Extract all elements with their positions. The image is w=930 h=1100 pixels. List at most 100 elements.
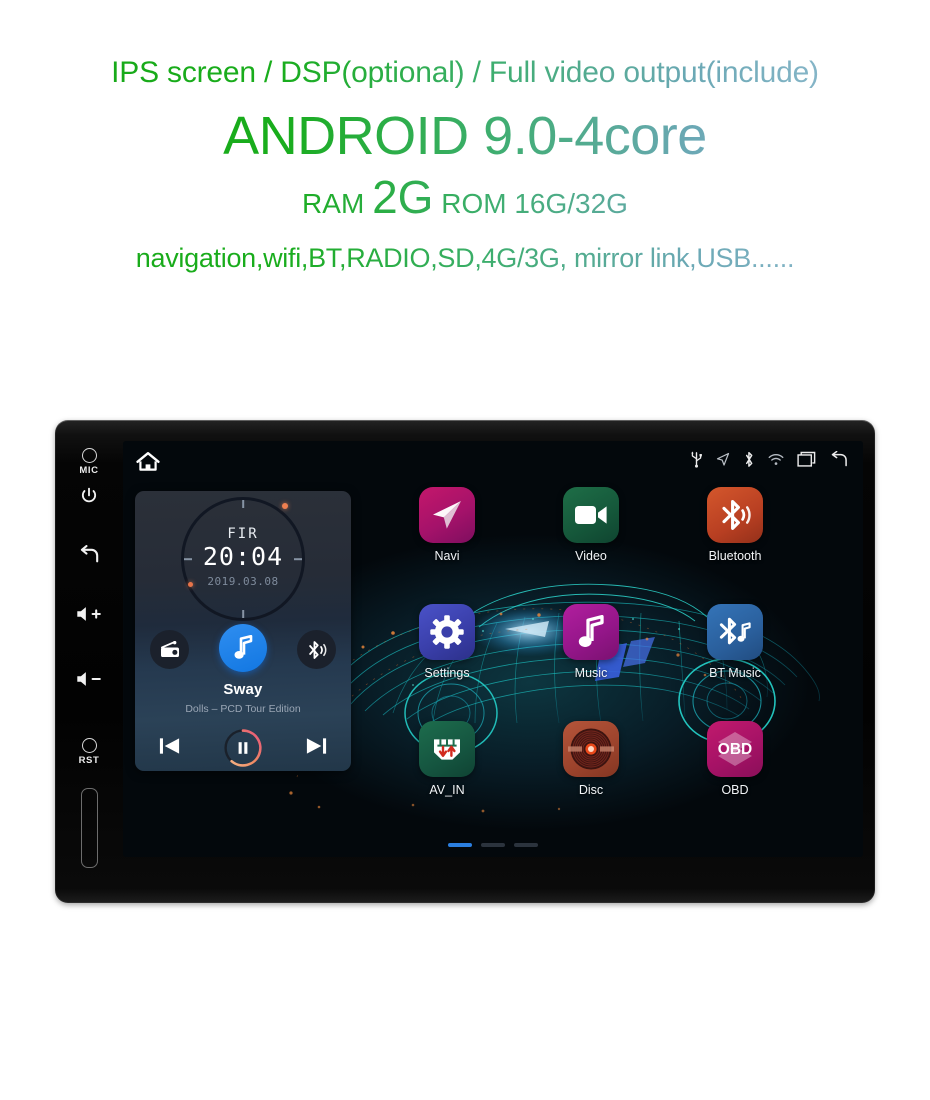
next-track-button[interactable] [305,735,328,762]
promo-line-feature-list: navigation,wifi,BT,RADIO,SD,4G/3G, mirro… [0,237,930,279]
device-photo: MIC RST FIR 20:04 2019.03.08 Sway Dolls … [0,413,930,903]
app-bt-music[interactable]: BT Music [659,604,811,680]
disc-icon [568,728,614,770]
av-input-icon [434,739,460,760]
app-settings[interactable]: Settings [371,604,523,680]
app-label-bt-music: BT Music [709,666,761,680]
volume-up-icon [77,607,101,621]
previous-track-button[interactable] [158,735,181,762]
app-icon-bt-music [707,604,763,660]
volume-down-button[interactable] [55,670,123,688]
hardware-button-panel: MIC RST [55,420,123,903]
source-music-button[interactable] [219,624,267,672]
clock-marker-dot-primary [282,503,288,509]
rom-label: ROM 16G/32G [441,188,628,219]
app-label-music: Music [574,666,608,680]
back-arrow-icon [80,545,99,563]
ram-value: 2G [372,171,434,223]
app-bluetooth[interactable]: Bluetooth [659,487,811,563]
source-radio-button[interactable] [150,630,189,669]
source-bluetooth-button[interactable] [297,630,336,669]
power-button[interactable] [55,486,123,506]
media-widget[interactable]: FIR 20:04 2019.03.08 Sway Dolls – PCD To… [135,491,351,771]
back-icon[interactable] [829,450,849,473]
app-icon-bluetooth [707,487,763,543]
usb-icon [690,451,703,473]
home-icon [136,452,160,471]
clock-date: 2019.03.08 [207,575,279,588]
reset-label: RST [78,755,100,766]
bluetooth-music-icon [719,617,751,645]
source-selector-row [135,624,351,676]
app-icon-disc [563,721,619,777]
playback-controls [135,727,351,771]
app-icon-navi [419,487,475,543]
skip-next-icon [306,738,327,754]
page-dot-1[interactable] [448,843,472,847]
clock-title: FIR [227,526,259,542]
promo-header: IPS screen / DSP(optional) / Full video … [0,0,930,279]
app-label-obd: OBD [721,783,749,797]
app-icon-video [563,487,619,543]
card-slot-icon [80,788,98,868]
app-obd[interactable]: OBD OBD [659,721,811,797]
video-camera-icon [575,506,607,524]
paper-plane-icon [433,501,461,529]
clock-tick-top [242,500,244,508]
app-grid: Navi Video Bluetooth Settings Music BT M… [371,487,849,807]
status-bar [123,441,863,485]
promo-line-features-top: IPS screen / DSP(optional) / Full video … [0,52,930,94]
recents-icon[interactable] [797,451,816,473]
power-icon [81,487,97,503]
app-disc[interactable]: Disc [515,721,667,797]
app-av-in[interactable]: AV_IN [371,721,523,797]
back-button[interactable] [55,545,123,565]
app-label-bluetooth: Bluetooth [708,549,762,563]
app-video[interactable]: Video [515,487,667,563]
app-music[interactable]: Music [515,604,667,680]
music-note-icon [234,635,253,659]
music-note-icon [578,615,604,647]
mic-icon [81,448,97,463]
volume-down-icon [77,672,101,686]
mic-label: MIC [79,465,99,476]
page-indicator [448,843,538,847]
bluetooth-icon [722,500,751,530]
app-icon-settings [419,604,475,660]
navigation-icon [716,452,730,472]
play-pause-button[interactable] [222,727,264,769]
system-status-icons [690,450,849,473]
wifi-icon [768,453,784,471]
clock-tick-bottom [242,610,244,618]
reset-icon [81,738,97,753]
page-dot-2[interactable] [481,843,505,847]
app-label-av-in: AV_IN [429,783,465,797]
reset-button[interactable]: RST [55,738,123,766]
clock-time: 20:04 [202,542,284,571]
touchscreen[interactable]: FIR 20:04 2019.03.08 Sway Dolls – PCD To… [123,441,863,857]
page-dot-3[interactable] [514,843,538,847]
volume-up-button[interactable] [55,605,123,623]
obd-icon: OBD [718,732,752,766]
car-stereo-unit: MIC RST FIR 20:04 2019.03.08 Sway Dolls … [55,420,875,903]
mic-button[interactable]: MIC [55,448,123,476]
app-icon-obd: OBD [707,721,763,777]
sd-card-slot[interactable] [55,788,123,868]
app-label-disc: Disc [578,783,604,797]
promo-line-memory: RAM 2G ROM 16G/32G [0,174,930,227]
pause-icon [224,729,262,767]
clock-dial: FIR 20:04 2019.03.08 [181,497,305,621]
track-title: Sway [223,681,263,698]
skip-previous-icon [159,738,180,754]
ram-label: RAM [302,188,365,219]
bluetooth-audio-icon [308,640,326,659]
home-button[interactable] [135,450,161,479]
promo-line-android-version: ANDROID 9.0-4core [0,100,930,172]
app-label-navi: Navi [434,549,460,563]
app-label-video: Video [575,549,607,563]
bluetooth-icon [743,451,755,473]
app-navi[interactable]: Navi [371,487,523,563]
gear-icon [430,615,464,649]
radio-icon [160,640,179,657]
app-label-settings: Settings [424,666,470,680]
